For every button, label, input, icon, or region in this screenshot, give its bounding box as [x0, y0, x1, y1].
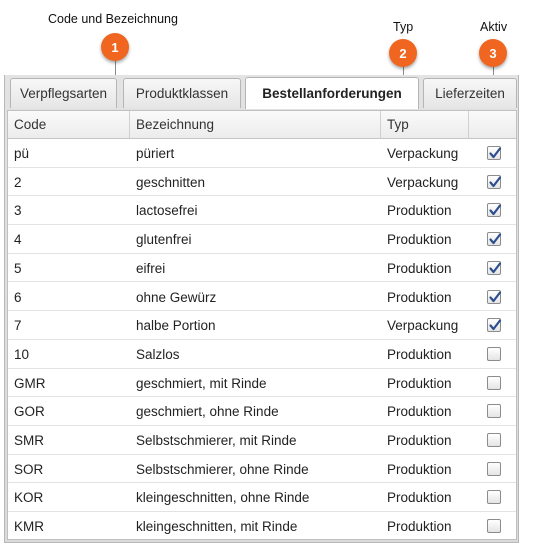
callout-badge-3: 3	[479, 39, 507, 67]
checkmark-icon	[489, 262, 502, 273]
checkmark-icon	[489, 204, 502, 216]
cell-bezeichnung: kleingeschnitten, mit Rinde	[136, 519, 298, 535]
cell-code: 10	[14, 346, 30, 362]
aktiv-checkbox[interactable]	[487, 260, 502, 275]
cell-code: 7	[14, 318, 22, 334]
aktiv-checkbox[interactable]	[487, 461, 501, 476]
table-row[interactable]: 4 glutenfrei Produktion	[8, 225, 516, 254]
cell-typ: Produktion	[387, 346, 452, 362]
table-row[interactable]: 3 lactosefrei Produktion	[8, 196, 516, 226]
cell-typ: Produktion	[387, 433, 452, 448]
cell-code: 2	[14, 174, 22, 190]
aktiv-checkbox[interactable]	[487, 146, 502, 160]
aktiv-checkbox[interactable]	[487, 433, 501, 447]
table-row[interactable]: pü püriert Verpackung	[8, 139, 516, 168]
table-row[interactable]: 2 geschnitten Verpackung	[8, 168, 516, 197]
aktiv-checkbox[interactable]	[487, 375, 501, 390]
table-row[interactable]: 7 halbe Portion Verpackung	[8, 311, 516, 340]
cell-typ: Produktion	[387, 461, 452, 477]
checkmark-icon	[489, 147, 502, 159]
cell-bezeichnung: lactosefrei	[136, 203, 198, 219]
cell-bezeichnung: eifrei	[136, 260, 166, 276]
cell-code: KOR	[14, 490, 44, 506]
cell-code: 3	[14, 203, 22, 219]
grid-body: pü püriert Verpackung 2 geschnitten Verpackun…	[8, 139, 516, 539]
cell-typ: Produktion	[387, 232, 452, 248]
cell-bezeichnung: geschnitten	[136, 174, 206, 190]
cell-code: SOR	[14, 461, 44, 477]
table-row[interactable]: KOR kleingeschnitten, ohne Rinde Produktio…	[8, 483, 516, 513]
cell-bezeichnung: geschmiert, ohne Rinde	[136, 404, 279, 420]
table-row[interactable]: KMR kleingeschnitten, mit Rinde Produktion	[8, 512, 516, 539]
data-grid: Code Bezeichnung Typ pü püriert Verpackung…	[7, 110, 517, 540]
aktiv-checkbox[interactable]	[487, 519, 501, 534]
cell-bezeichnung: halbe Portion	[136, 318, 216, 334]
aktiv-checkbox[interactable]	[487, 289, 502, 304]
column-header-bezeichnung[interactable]: Bezeichnung	[130, 111, 381, 138]
callout-badge-1: 1	[101, 33, 129, 61]
aktiv-checkbox[interactable]	[487, 174, 502, 189]
tab-lieferzeiten[interactable]: Lieferzeiten	[423, 78, 517, 108]
cell-bezeichnung: kleingeschnitten, ohne Rinde	[136, 490, 310, 506]
aktiv-checkbox[interactable]	[487, 490, 501, 505]
aktiv-checkbox[interactable]	[487, 203, 502, 218]
cell-typ: Verpackung	[387, 174, 459, 190]
table-row[interactable]: 6 ohne Gewürz Produktion	[8, 283, 516, 312]
cell-typ: Produktion	[387, 289, 452, 305]
table-row[interactable]: 5 eifrei Produktion	[8, 253, 516, 283]
cell-typ: Verpackung	[387, 146, 459, 161]
tab-bestellanforderungen[interactable]: Bestellanforderungen	[245, 77, 419, 109]
cell-typ: Produktion	[387, 375, 452, 391]
cell-bezeichnung: püriert	[136, 146, 175, 161]
cell-bezeichnung: glutenfrei	[136, 232, 192, 248]
cell-code: 5	[14, 260, 22, 276]
cell-code: 6	[14, 289, 22, 305]
checkmark-icon	[489, 176, 502, 187]
checkmark-icon	[489, 319, 502, 331]
cell-bezeichnung: Salzlos	[136, 346, 180, 362]
table-row[interactable]: 10 Salzlos Produktion	[8, 340, 516, 369]
table-row[interactable]: GMR geschmiert, mit Rinde Produktion	[8, 368, 516, 398]
aktiv-checkbox[interactable]	[487, 346, 501, 361]
cell-typ: Produktion	[387, 404, 452, 420]
cell-typ: Produktion	[387, 519, 452, 535]
cell-code: GOR	[14, 404, 45, 420]
checkmark-icon	[489, 233, 502, 245]
cell-typ: Produktion	[387, 260, 452, 276]
cell-code: GMR	[14, 375, 46, 391]
aktiv-checkbox[interactable]	[487, 318, 502, 333]
column-header-aktiv[interactable]	[469, 111, 516, 138]
column-header-code[interactable]: Code	[8, 111, 130, 138]
cell-typ: Produktion	[387, 203, 452, 219]
table-row[interactable]: SMR Selbstschmierer, mit Rinde Produktion	[8, 426, 516, 455]
tab-produktklassen[interactable]: Produktklassen	[123, 78, 241, 108]
aktiv-checkbox[interactable]	[487, 232, 502, 247]
cell-bezeichnung: Selbstschmierer, mit Rinde	[136, 433, 297, 448]
aktiv-checkbox[interactable]	[487, 404, 501, 419]
cell-code: 4	[14, 232, 22, 248]
callout-label-code: Code und Bezeichnung	[48, 12, 178, 26]
cell-code: SMR	[14, 433, 44, 448]
cell-bezeichnung: geschmiert, mit Rinde	[136, 375, 267, 391]
grid-header: Code Bezeichnung Typ	[8, 111, 516, 139]
callout-label-aktiv: Aktiv	[480, 20, 508, 34]
cell-typ: Produktion	[387, 490, 452, 506]
cell-bezeichnung: Selbstschmierer, ohne Rinde	[136, 461, 309, 477]
column-header-typ[interactable]: Typ	[381, 111, 469, 138]
cell-bezeichnung: ohne Gewürz	[136, 289, 217, 305]
cell-typ: Verpackung	[387, 318, 459, 334]
callout-label-typ: Typ	[393, 20, 414, 34]
cell-code: KMR	[14, 519, 44, 535]
table-row[interactable]: GOR geschmiert, ohne Rinde Produktion	[8, 397, 516, 426]
checkmark-icon	[489, 290, 502, 302]
cell-code: pü	[14, 146, 30, 161]
table-row[interactable]: SOR Selbstschmierer, ohne Rinde Produktion	[8, 455, 516, 484]
tab-verpflegsarten[interactable]: Verpflegsarten	[10, 78, 117, 108]
callout-badge-2: 2	[389, 39, 417, 67]
